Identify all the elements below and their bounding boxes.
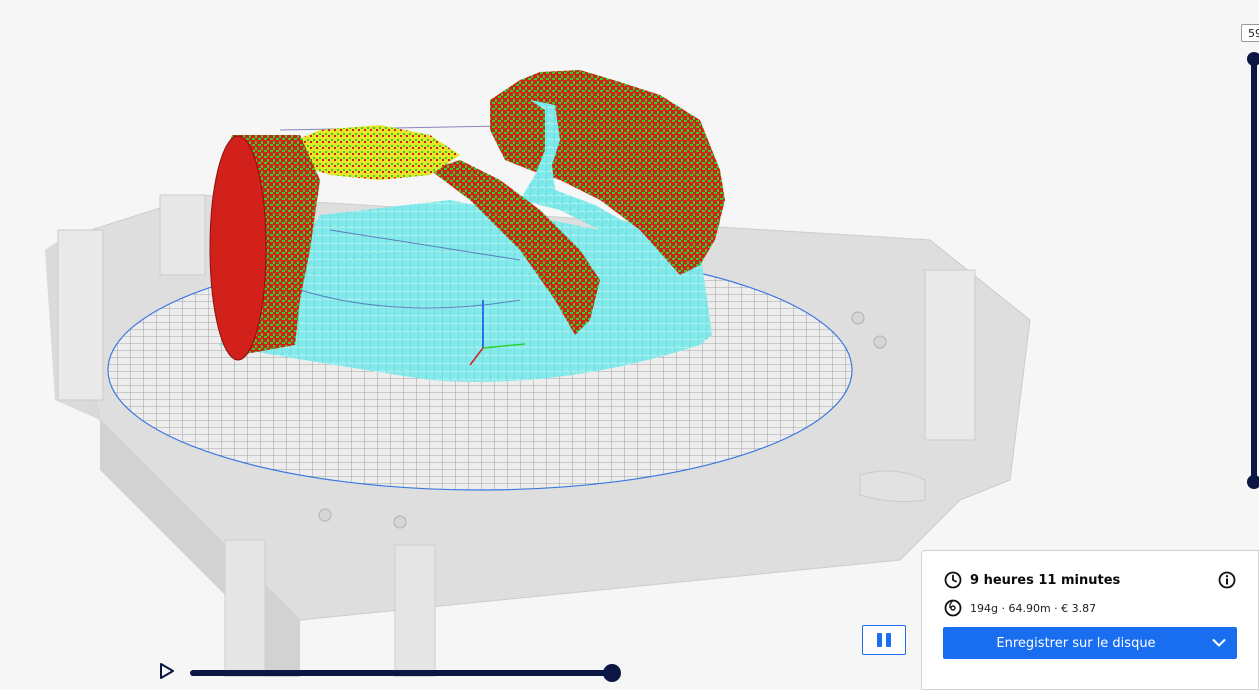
- layer-slider-lower-handle[interactable]: [1247, 475, 1259, 489]
- save-to-disk-label: Enregistrer sur le disque: [996, 635, 1156, 651]
- layer-slider-upper-handle[interactable]: [1247, 52, 1259, 66]
- info-icon: [1218, 571, 1236, 589]
- print-info-panel: 9 heures 11 minutes 194g · 64.90m · € 3.…: [921, 550, 1259, 690]
- layer-number-field[interactable]: 59: [1241, 24, 1259, 42]
- path-simulation-handle[interactable]: [603, 664, 621, 682]
- chevron-down-icon: [1212, 639, 1226, 647]
- print-duration: 9 heures 11 minutes: [970, 572, 1121, 588]
- material-usage-row: 194g · 64.90m · € 3.87: [944, 599, 1096, 617]
- print-duration-row: 9 heures 11 minutes: [944, 571, 1120, 589]
- clock-icon: [944, 571, 962, 589]
- info-button[interactable]: [1218, 571, 1236, 593]
- save-to-disk-button[interactable]: Enregistrer sur le disque: [943, 627, 1237, 659]
- output-device-dropdown[interactable]: [1201, 638, 1237, 648]
- material-usage: 194g · 64.90m · € 3.87: [970, 601, 1097, 615]
- path-simulation-slider[interactable]: [190, 670, 614, 676]
- pause-icon-bar: [886, 633, 891, 647]
- filament-spool-icon: [944, 599, 962, 617]
- layer-slider-track[interactable]: [1251, 57, 1257, 483]
- sliced-model[interactable]: [209, 70, 725, 382]
- pause-button[interactable]: [862, 625, 906, 655]
- pause-icon: [877, 633, 882, 647]
